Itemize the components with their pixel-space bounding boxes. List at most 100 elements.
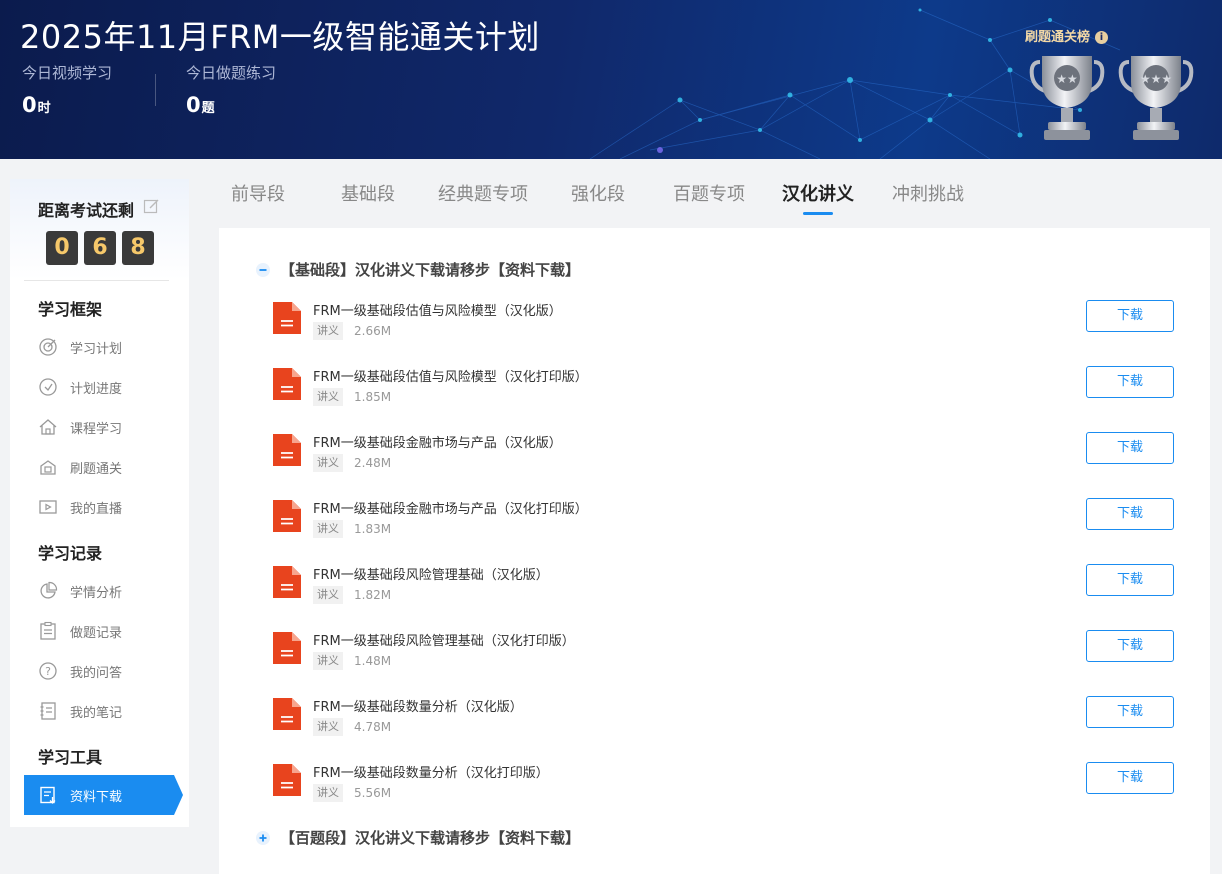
file-row: FRM一级基础段风险管理基础（汉化版） 讲义 1.82M 下载 [273, 564, 1174, 624]
sidebar-item-label: 计划进度 [70, 381, 123, 397]
file-name[interactable]: FRM一级基础段金融市场与产品（汉化版） [313, 432, 562, 451]
file-row: FRM一级基础段金融市场与产品（汉化打印版） 讲义 1.83M 下载 [273, 498, 1174, 558]
file-type-tag: 讲义 [313, 454, 343, 472]
pdf-file-icon [273, 500, 301, 532]
file-type-tag: 讲义 [313, 718, 343, 736]
download-button[interactable]: 下载 [1086, 630, 1174, 662]
file-name[interactable]: FRM一级基础段风险管理基础（汉化打印版） [313, 630, 575, 649]
handout-panel: 【基础段】汉化讲义下载请移步【资料下载】 FRM一级基础段估值与风险模型（汉化版… [219, 228, 1210, 874]
file-name[interactable]: FRM一级基础段数量分析（汉化版） [313, 696, 523, 715]
question-icon: ? [39, 662, 57, 680]
rank-board-label: 刷题通关榜 [1025, 30, 1091, 45]
download-button[interactable]: 下载 [1086, 696, 1174, 728]
file-size: 2.48M [354, 456, 392, 470]
sidebar-item-label: 刷题通关 [70, 461, 123, 477]
file-name[interactable]: FRM一级基础段数量分析（汉化打印版） [313, 762, 549, 781]
sidebar-item-label: 我的直播 [70, 501, 123, 517]
sidebar: 距离考试还剩 0 6 8 学习框架 学习计划 计划进度 课程学习 刷题通关 我的… [10, 179, 189, 827]
expand-icon[interactable] [255, 830, 271, 846]
sidebar-item-my-notes[interactable]: 我的笔记 [38, 701, 122, 721]
pdf-file-icon [273, 302, 301, 334]
tab-hundred-questions[interactable]: 百题专项 [673, 180, 745, 206]
target-icon [39, 338, 57, 356]
countdown-digit: 8 [122, 231, 154, 265]
countdown-digit: 0 [46, 231, 78, 265]
sidebar-item-material-download[interactable]: 资料下载 [24, 775, 183, 815]
file-name[interactable]: FRM一级基础段风险管理基础（汉化版） [313, 564, 549, 583]
pdf-file-icon [273, 764, 301, 796]
svg-text:?: ? [45, 665, 51, 678]
file-type-tag: 讲义 [313, 586, 343, 604]
today-practice-label: 今日做题练习 [186, 64, 277, 82]
tab-classic-questions[interactable]: 经典题专项 [438, 180, 528, 206]
today-video-label: 今日视频学习 [22, 64, 113, 82]
file-type-tag: 讲义 [313, 520, 343, 538]
download-button[interactable]: 下载 [1086, 366, 1174, 398]
collapse-icon[interactable] [255, 262, 271, 278]
file-row: FRM一级基础段金融市场与产品（汉化版） 讲义 2.48M 下载 [273, 432, 1174, 492]
today-practice-stat: 今日做题练习 0题 [186, 62, 276, 117]
info-icon[interactable]: i [1095, 31, 1109, 44]
file-name[interactable]: FRM一级基础段估值与风险模型（汉化版） [313, 300, 562, 319]
edit-icon[interactable] [143, 198, 160, 215]
download-button[interactable]: 下载 [1086, 762, 1174, 794]
countdown-digits: 0 6 8 [46, 231, 154, 265]
trophy-icon[interactable]: ★★★ [1117, 52, 1195, 144]
svg-text:★★★: ★★★ [1140, 72, 1172, 86]
sidebar-item-label: 学情分析 [70, 585, 123, 601]
pdf-file-icon [273, 434, 301, 466]
tab-foundation[interactable]: 基础段 [341, 180, 395, 206]
file-row: FRM一级基础段风险管理基础（汉化打印版） 讲义 1.48M 下载 [273, 630, 1174, 690]
file-name[interactable]: FRM一级基础段金融市场与产品（汉化打印版） [313, 498, 588, 517]
group-header-foundation[interactable]: 【基础段】汉化讲义下载请移步【资料下载】 [255, 259, 580, 280]
file-size: 4.78M [354, 720, 392, 734]
pdf-file-icon [273, 368, 301, 400]
sidebar-item-practice[interactable]: 刷题通关 [38, 457, 122, 477]
sidebar-item-label: 学习计划 [70, 341, 123, 357]
section-title-framework: 学习框架 [38, 300, 103, 319]
today-video-value: 0 [22, 93, 37, 117]
file-type-tag: 讲义 [313, 784, 343, 802]
file-row: FRM一级基础段估值与风险模型（汉化版） 讲义 2.66M 下载 [273, 300, 1174, 360]
tab-sprint-challenge[interactable]: 冲刺挑战 [892, 180, 964, 206]
sidebar-item-my-live[interactable]: 我的直播 [38, 497, 122, 517]
rank-board-link[interactable]: 刷题通关榜 i [1025, 26, 1109, 45]
sidebar-item-course-study[interactable]: 课程学习 [38, 417, 122, 437]
sidebar-item-study-plan[interactable]: 学习计划 [38, 337, 122, 357]
tab-intensive[interactable]: 强化段 [571, 180, 625, 206]
file-size: 1.82M [354, 588, 392, 602]
today-video-stat: 今日视频学习 0时 [22, 62, 112, 117]
file-type-tag: 讲义 [313, 388, 343, 406]
download-button[interactable]: 下载 [1086, 564, 1174, 596]
pdf-file-icon [273, 566, 301, 598]
file-size: 5.56M [354, 786, 392, 800]
tab-chinese-handouts[interactable]: 汉化讲义 [782, 180, 854, 215]
clipboard-icon [40, 621, 56, 640]
group-title: 【基础段】汉化讲义下载请移步【资料下载】 [280, 261, 581, 279]
sidebar-item-label: 课程学习 [70, 421, 123, 437]
page-title: 2025年11月FRM一级智能通关计划 [20, 18, 540, 56]
sidebar-item-analysis[interactable]: 学情分析 [38, 581, 122, 601]
file-row: FRM一级基础段估值与风险模型（汉化打印版） 讲义 1.85M 下载 [273, 366, 1174, 426]
trophy-icon[interactable]: ★★ [1028, 52, 1106, 144]
sidebar-item-my-qa[interactable]: ? 我的问答 [38, 661, 122, 681]
group-header-hundred[interactable]: 【百题段】汉化讲义下载请移步【资料下载】 [255, 827, 580, 848]
tab-preparatory[interactable]: 前导段 [231, 180, 285, 206]
stat-divider [155, 74, 156, 106]
progress-icon [39, 378, 57, 396]
download-button[interactable]: 下载 [1086, 498, 1174, 530]
download-doc-icon [40, 786, 56, 804]
sidebar-item-question-records[interactable]: 做题记录 [38, 621, 122, 641]
exam-countdown: 距离考试还剩 0 6 8 [10, 179, 189, 280]
sidebar-item-plan-progress[interactable]: 计划进度 [38, 377, 122, 397]
download-button[interactable]: 下载 [1086, 432, 1174, 464]
sidebar-item-label: 我的问答 [70, 665, 123, 681]
section-title-tools: 学习工具 [38, 748, 103, 767]
header-banner: 2025年11月FRM一级智能通关计划 今日视频学习 0时 今日做题练习 0题 … [0, 0, 1222, 159]
countdown-digit: 6 [84, 231, 116, 265]
sidebar-divider [24, 280, 169, 281]
download-button[interactable]: 下载 [1086, 300, 1174, 332]
sidebar-item-label: 做题记录 [70, 625, 123, 641]
video-icon [39, 500, 57, 514]
file-name[interactable]: FRM一级基础段估值与风险模型（汉化打印版） [313, 366, 588, 385]
